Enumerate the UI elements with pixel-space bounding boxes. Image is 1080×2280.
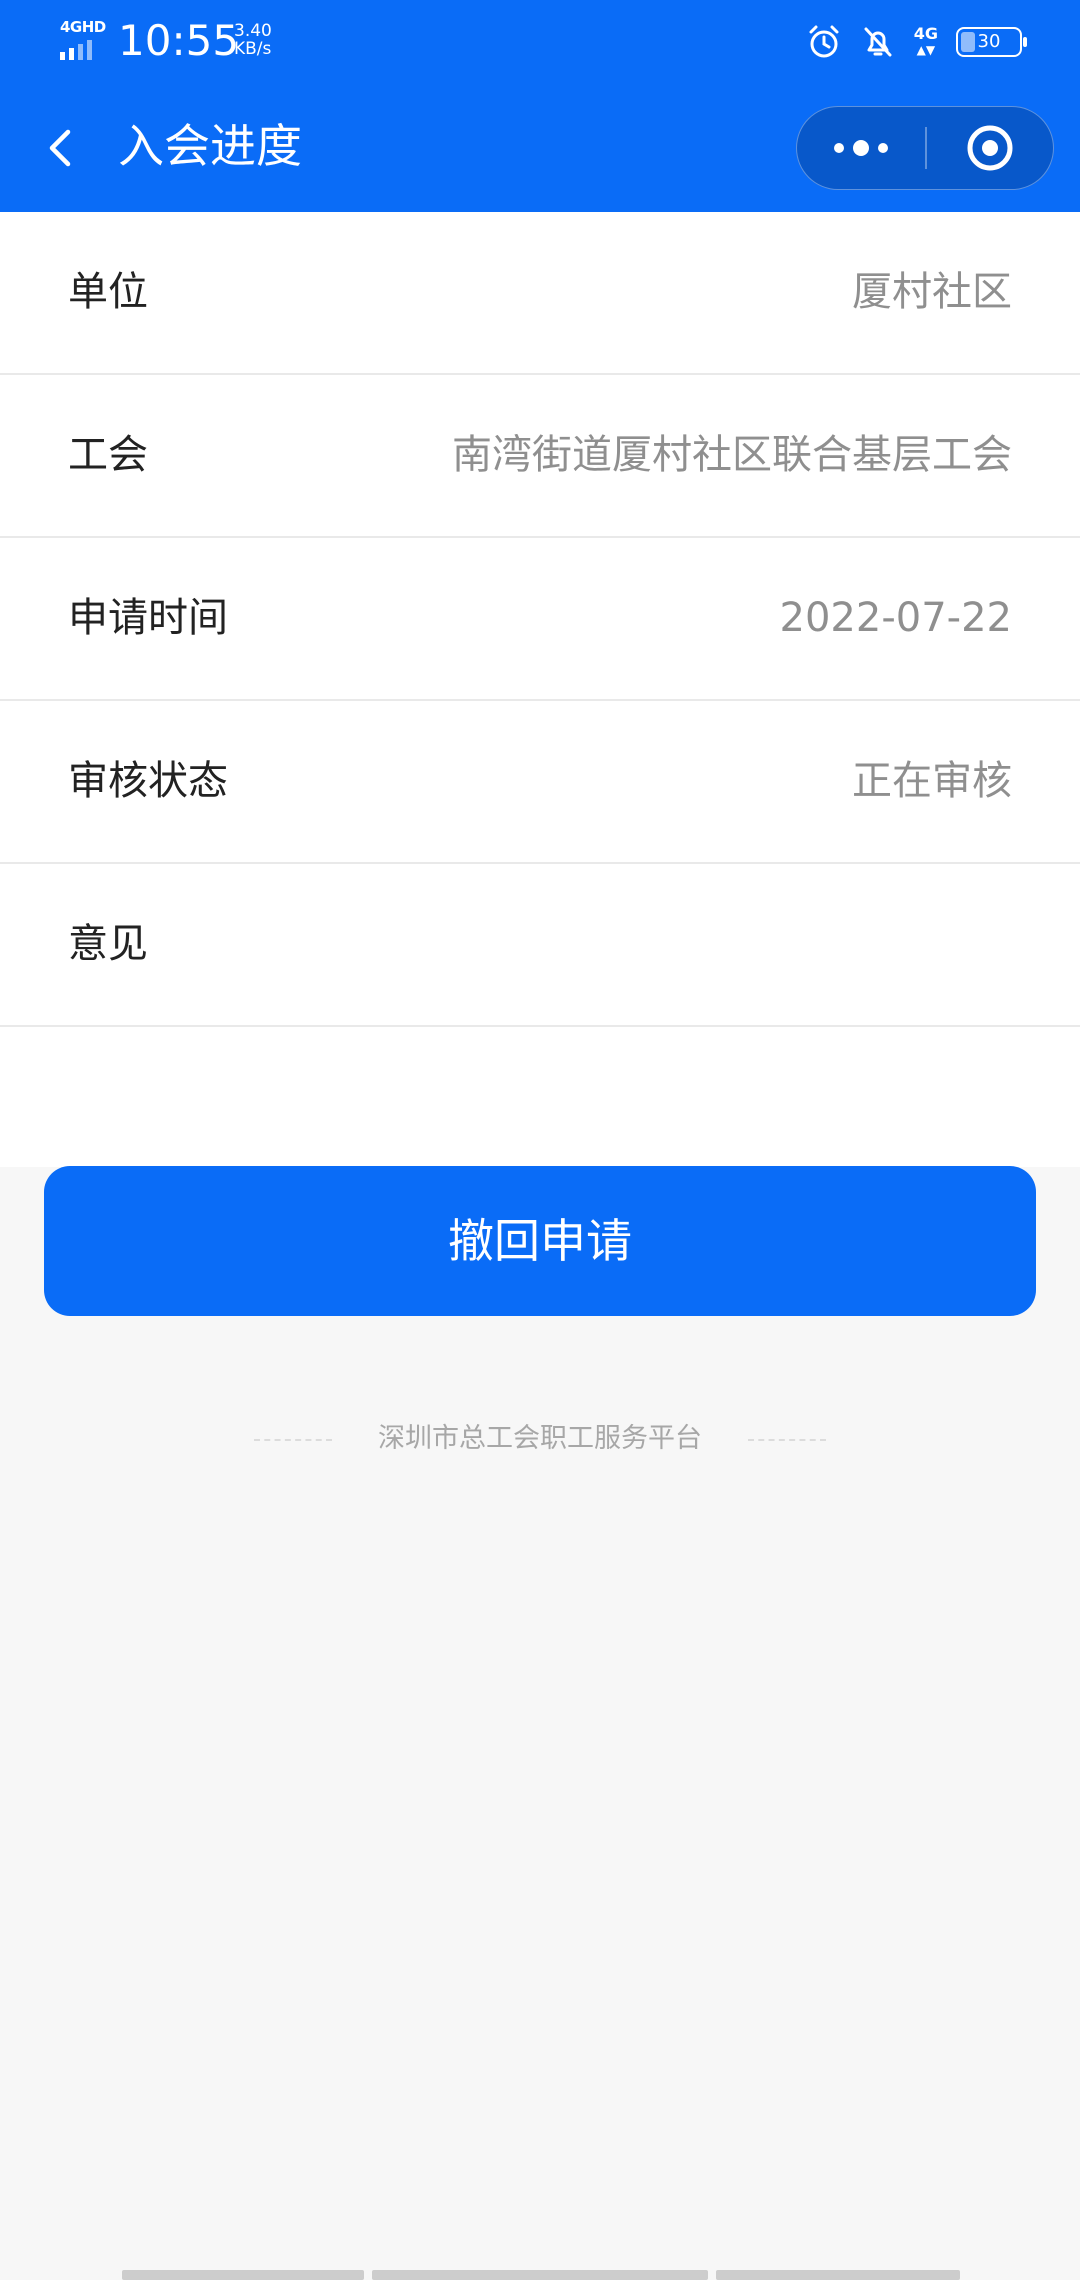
detail-value: 2022-07-22: [779, 595, 1012, 641]
detail-row-comments: 意见: [0, 864, 1080, 1027]
detail-row-unit: 单位 厦村社区: [0, 212, 1080, 375]
withdraw-application-button[interactable]: 撤回申请: [44, 1166, 1036, 1316]
detail-label: 单位: [68, 269, 148, 315]
detail-label: 审核状态: [68, 758, 228, 804]
cellular-signal-icon: 4GHD: [58, 18, 106, 62]
mute-bell-icon: [864, 27, 892, 57]
navigation-bar: 入会进度: [0, 84, 1080, 212]
detail-label: 申请时间: [68, 595, 228, 641]
footer-divider-right: [748, 1438, 826, 1441]
app-header: 4GHD 10:55 3.40 KB/s 4G ▲▼ 30 入会进度: [0, 0, 1080, 212]
back-arrow-icon[interactable]: [38, 118, 88, 178]
speed-value: 3.40: [234, 21, 272, 41]
detail-value: 正在审核: [852, 758, 1012, 804]
mini-program-capsule: [796, 106, 1054, 190]
detail-value: 厦村社区: [852, 269, 1012, 315]
close-mini-program-icon[interactable]: [927, 107, 1053, 189]
battery-level: 30: [977, 31, 1001, 52]
battery-icon: 30: [956, 27, 1027, 57]
page-title: 入会进度: [118, 119, 302, 173]
detail-value: 南湾街道厦村社区联合基层工会: [452, 432, 1012, 478]
status-bar: 4GHD 10:55 3.40 KB/s 4G ▲▼ 30: [0, 0, 1080, 84]
membership-detail-list: 单位 厦村社区 工会 南湾街道厦村社区联合基层工会 申请时间 2022-07-2…: [0, 212, 1080, 1167]
alarm-icon: [809, 25, 839, 58]
detail-row-application-date: 申请时间 2022-07-22: [0, 538, 1080, 701]
detail-label: 意见: [68, 921, 148, 967]
more-options-icon[interactable]: [797, 107, 925, 189]
detail-row-review-status: 审核状态 正在审核: [0, 701, 1080, 864]
speed-unit: KB/s: [234, 39, 272, 59]
footer-credit: 深圳市总工会职工服务平台: [0, 1416, 1080, 1455]
status-time: 10:55: [118, 16, 240, 65]
data-network-icon: 4G ▲▼: [913, 24, 938, 58]
network-speed: 3.40 KB/s: [234, 22, 272, 58]
detail-label: 工会: [68, 432, 148, 478]
detail-row-union: 工会 南湾街道厦村社区联合基层工会: [0, 375, 1080, 538]
footer-text: 深圳市总工会职工服务平台: [378, 1423, 702, 1454]
footer-divider-left: [254, 1438, 332, 1441]
network-type: 4GHD: [60, 18, 106, 36]
bottom-scroll-indicator: [0, 2270, 1080, 2280]
